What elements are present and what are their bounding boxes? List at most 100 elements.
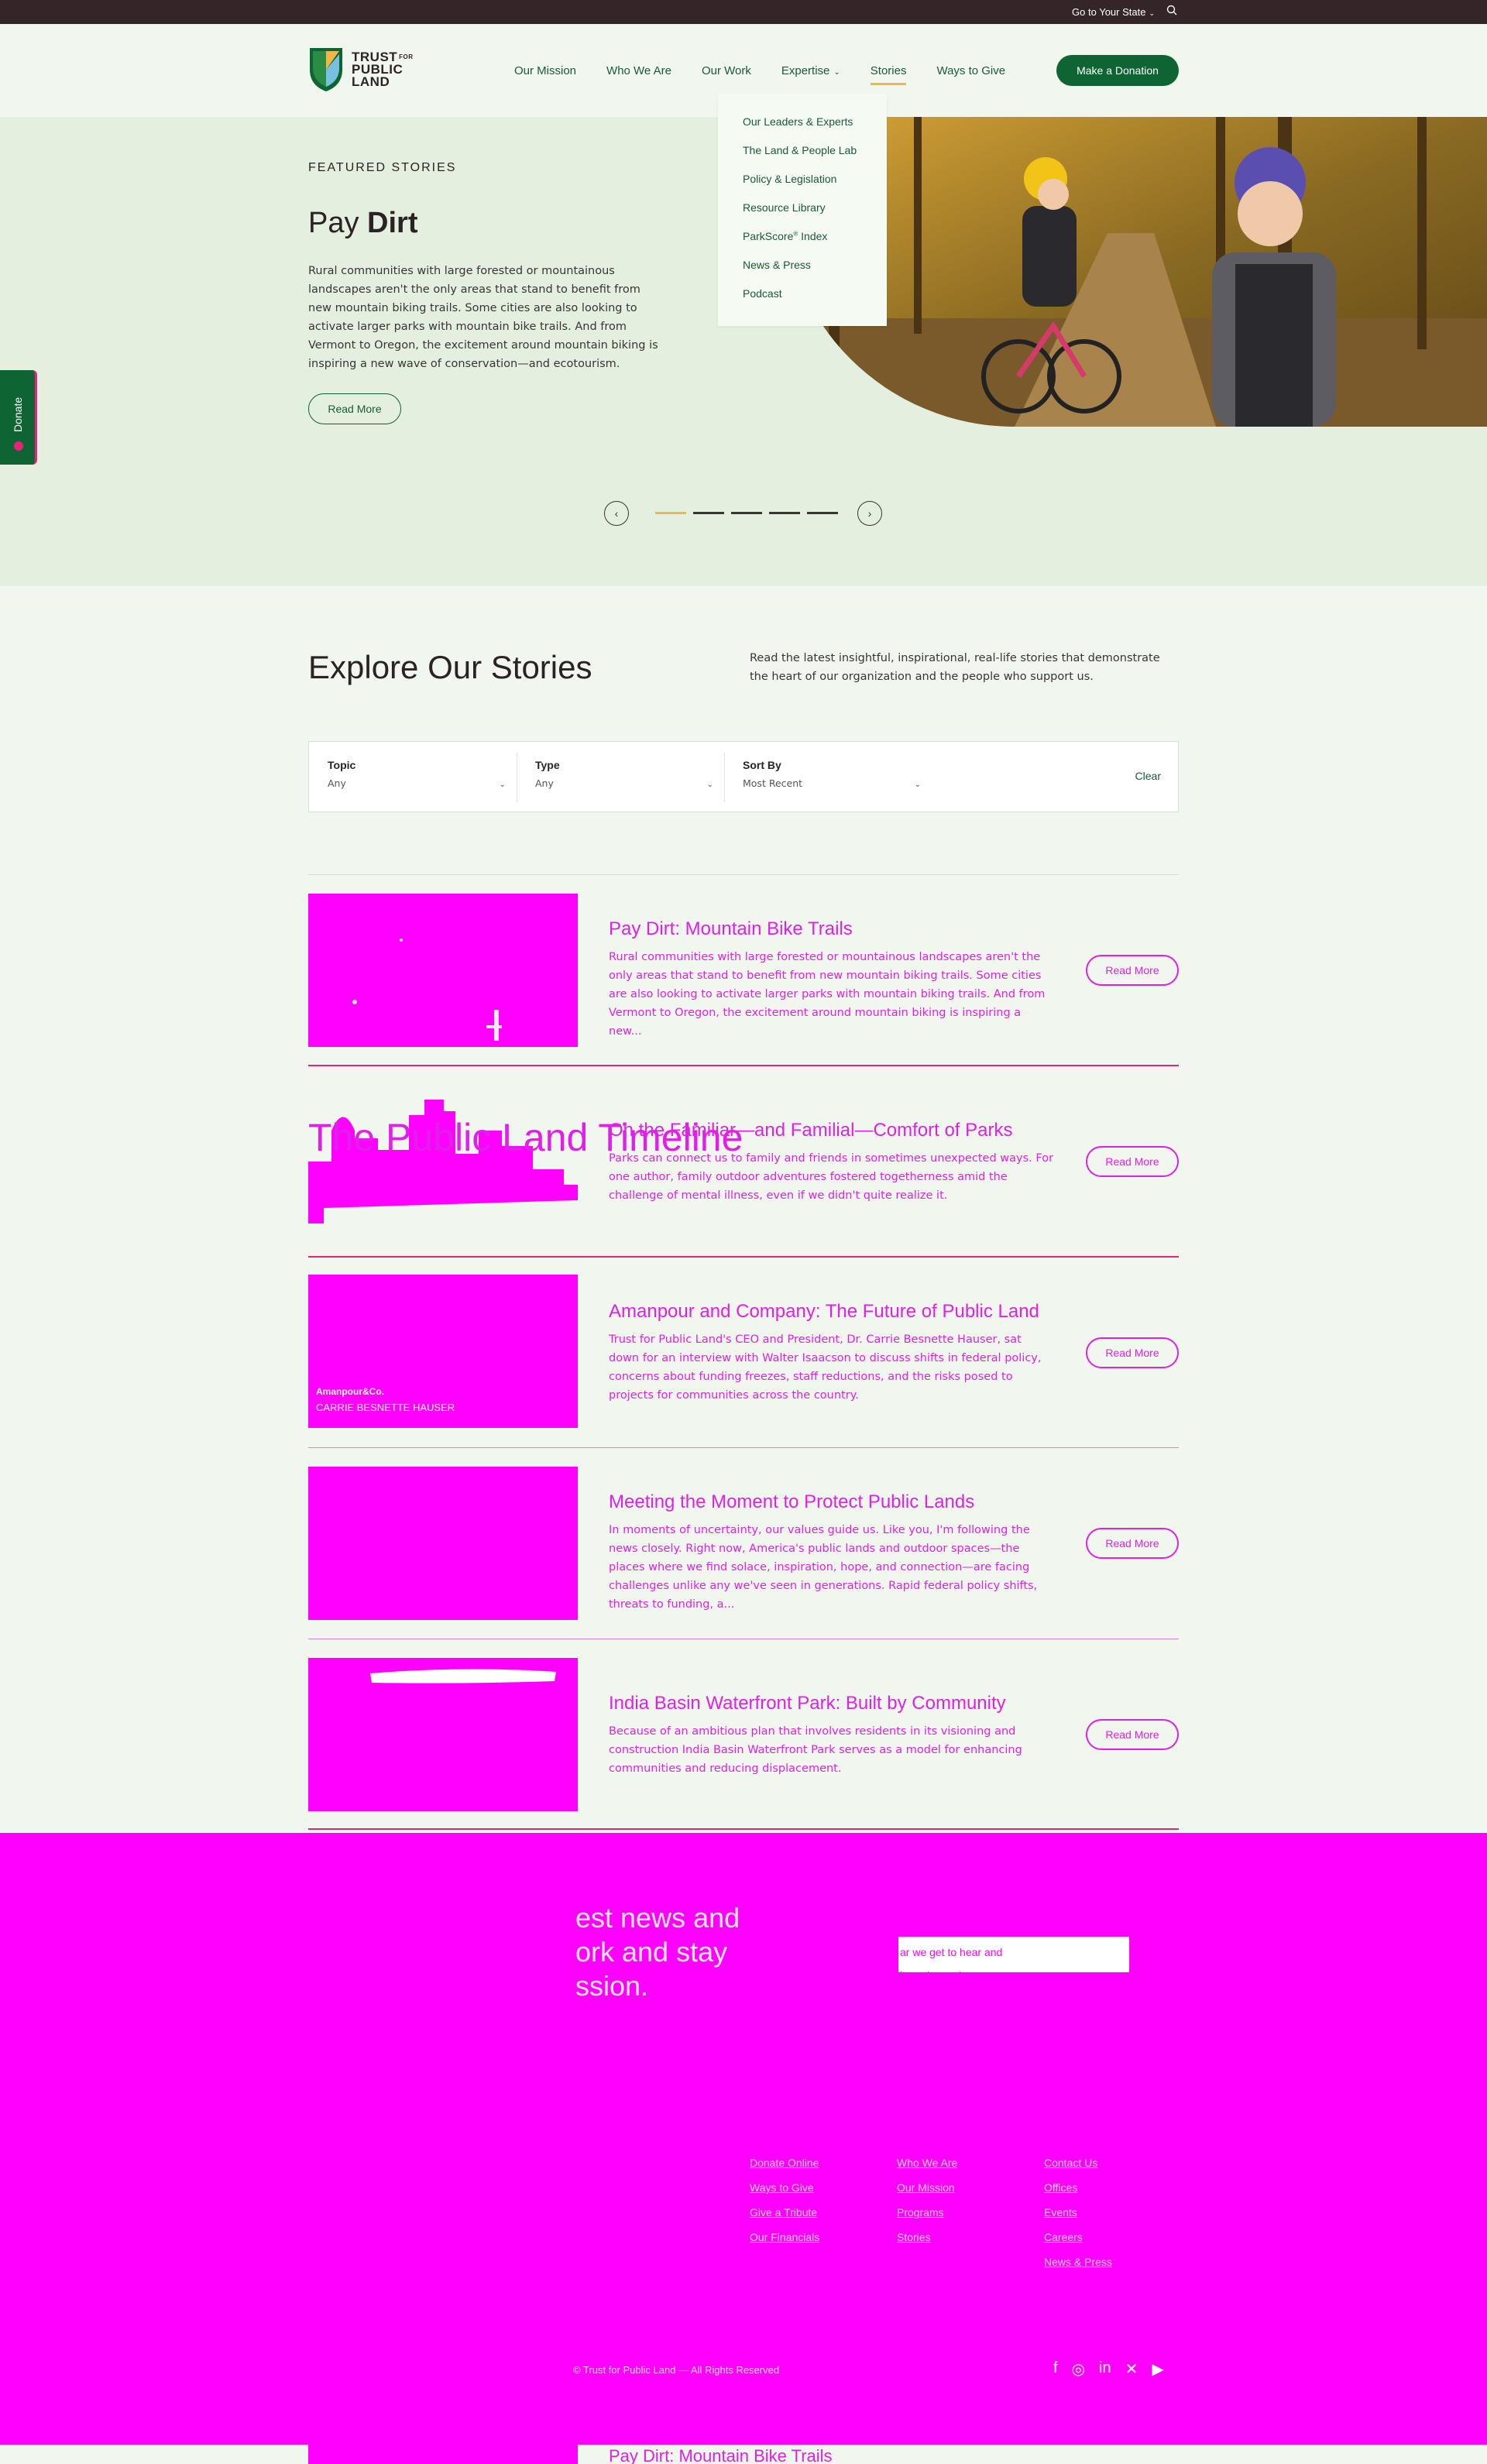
- story-title[interactable]: Amanpour and Company: The Future of Publ…: [609, 1301, 1039, 1323]
- story-image[interactable]: [308, 1467, 578, 1620]
- footer-link[interactable]: Give a Tribute: [750, 2200, 819, 2225]
- story-excerpt: Parks can connect us to family and frien…: [609, 1152, 1054, 1202]
- footer-link[interactable]: Careers: [1044, 2225, 1112, 2250]
- story-image[interactable]: [308, 2445, 578, 2464]
- menu-item-news-press[interactable]: News & Press: [743, 259, 887, 271]
- linkedin-icon[interactable]: in: [1099, 2359, 1111, 2379]
- divider: [308, 874, 1179, 875]
- logo-mark-icon: [310, 48, 342, 91]
- go-to-state-dropdown[interactable]: Go to Your State ⌄: [1072, 6, 1155, 18]
- make-donation-button[interactable]: Make a Donation: [1056, 55, 1179, 86]
- carousel-dot[interactable]: [807, 512, 838, 514]
- story-image[interactable]: [308, 1658, 578, 1811]
- copyright: © Trust for Public Land — All Rights Res…: [573, 2364, 780, 2376]
- sort-by-filter[interactable]: Sort By Most Recent ⌄: [743, 759, 929, 796]
- stories-dropdown-menu: Our Leaders & Experts The Land & People …: [718, 94, 887, 326]
- footer-link[interactable]: Offices: [1044, 2175, 1112, 2200]
- nav-stories[interactable]: Stories: [870, 64, 906, 85]
- newsletter-line: est news and: [575, 1902, 740, 1934]
- carousel-dot[interactable]: [693, 512, 724, 514]
- hero-read-more-button[interactable]: Read More: [308, 393, 401, 424]
- footer-col-contact: Contact Us Offices Events Careers News &…: [1044, 2150, 1112, 2274]
- footer-col-give: Donate Online Ways to Give Give a Tribut…: [750, 2150, 819, 2250]
- utility-bar: Go to Your State ⌄: [0, 0, 1487, 24]
- nav-our-mission[interactable]: Our Mission: [514, 64, 576, 77]
- menu-item-leaders-experts[interactable]: Our Leaders & Experts: [743, 115, 887, 128]
- divider: [308, 1447, 1179, 1448]
- footer-link[interactable]: Contact Us: [1044, 2150, 1112, 2175]
- x-twitter-icon[interactable]: ✕: [1125, 2359, 1138, 2379]
- newsletter-signup-box[interactable]: ar we get to hear and le and growth: [898, 1937, 1129, 1982]
- story-photo-placeholder: [370, 1669, 556, 1683]
- nav-our-work[interactable]: Our Work: [702, 64, 751, 77]
- newsletter-box-line: ar we get to hear and: [900, 1946, 1003, 1958]
- story-title[interactable]: Meeting the Moment to Protect Public Lan…: [609, 1491, 974, 1513]
- site-footer: est news and ork and stay ssion. ar we g…: [0, 1833, 1487, 2445]
- logo[interactable]: TRUST FOR PUBLIC LAND: [308, 46, 414, 93]
- hero-photo: [782, 117, 1487, 427]
- footer-link[interactable]: Programs: [897, 2200, 957, 2225]
- story-title[interactable]: Pay Dirt: Mountain Bike Trails: [609, 2446, 833, 2464]
- image-caption-name: CARRIE BESNETTE HAUSER: [316, 1402, 455, 1413]
- footer-link[interactable]: Stories: [897, 2225, 957, 2250]
- footer-link[interactable]: Our Mission: [897, 2175, 957, 2200]
- chevron-down-icon: ⌄: [706, 781, 713, 789]
- story-read-more-button[interactable]: Read More: [1086, 1337, 1179, 1368]
- menu-item-resource-library[interactable]: Resource Library: [743, 201, 887, 214]
- skyline-illustration: [308, 1100, 578, 1223]
- carousel-dot[interactable]: [731, 512, 762, 514]
- divider: [308, 1256, 1179, 1258]
- story-excerpt: Because of an ambitious plan that involv…: [609, 1725, 1022, 1775]
- story-image[interactable]: The Public Land Timeline: [308, 1084, 743, 1237]
- story-photo-placeholder: [352, 939, 502, 1041]
- carousel-next-button[interactable]: ›: [857, 501, 882, 526]
- footer-link[interactable]: Donate Online: [750, 2150, 819, 2175]
- story-title[interactable]: Pay Dirt: Mountain Bike Trails: [609, 918, 853, 940]
- clear-filters-button[interactable]: Clear: [1135, 770, 1161, 782]
- footer-link[interactable]: News & Press: [1044, 2250, 1112, 2274]
- footer-link[interactable]: Events: [1044, 2200, 1112, 2225]
- next-story-preview: Pay Dirt: Mountain Bike Trails: [0, 2445, 1487, 2464]
- carousel-dot[interactable]: [769, 512, 800, 514]
- newsletter-box-line: le and growth: [900, 1969, 966, 1982]
- menu-item-parkscore-index[interactable]: ParkScore® Index: [743, 230, 887, 242]
- instagram-icon[interactable]: ◎: [1072, 2359, 1085, 2379]
- carousel-prev-button[interactable]: ‹: [604, 501, 629, 526]
- topic-filter[interactable]: Topic Any ⌄: [328, 759, 513, 796]
- story-title[interactable]: On the Familiar—and Familial—Comfort of …: [609, 1120, 1012, 1141]
- type-filter[interactable]: Type Any ⌄: [535, 759, 721, 796]
- story-read-more-button[interactable]: Read More: [1086, 1528, 1179, 1559]
- facebook-icon[interactable]: f: [1053, 2359, 1058, 2379]
- image-caption-show: Amanpour&Co.: [316, 1386, 384, 1397]
- logo-wordmark: TRUST FOR PUBLIC LAND: [352, 50, 414, 89]
- story-title[interactable]: India Basin Waterfront Park: Built by Co…: [609, 1693, 1006, 1714]
- chevron-down-icon: ⌄: [1149, 9, 1155, 17]
- youtube-icon[interactable]: ▶: [1152, 2359, 1163, 2379]
- footer-link[interactable]: Who We Are: [897, 2150, 957, 2175]
- footer-link[interactable]: Our Financials: [750, 2225, 819, 2250]
- newsletter-line: ssion.: [575, 1970, 649, 2002]
- search-icon[interactable]: [1166, 5, 1177, 15]
- story-image[interactable]: Amanpour&Co. CARRIE BESNETTE HAUSER: [308, 1275, 578, 1428]
- nav-expertise[interactable]: Expertise ⌄: [781, 64, 840, 77]
- nav-who-we-are[interactable]: Who We Are: [606, 64, 671, 77]
- story-read-more-button[interactable]: Read More: [1086, 955, 1179, 986]
- hero-description: Rural communities with large forested or…: [308, 265, 658, 370]
- chevron-right-icon: ›: [867, 507, 872, 520]
- divider: [308, 1065, 1179, 1066]
- chevron-down-icon: ⌄: [914, 781, 921, 789]
- menu-item-policy-legislation[interactable]: Policy & Legislation: [743, 173, 887, 185]
- chevron-left-icon: ‹: [614, 507, 619, 520]
- menu-item-podcast[interactable]: Podcast: [743, 287, 887, 300]
- mountain-bikers-image: [782, 117, 1487, 427]
- story-read-more-button[interactable]: Read More: [1086, 1146, 1179, 1177]
- story-read-more-button[interactable]: Read More: [1086, 1719, 1179, 1750]
- carousel-indicators: [655, 512, 845, 514]
- menu-item-land-people-lab[interactable]: The Land & People Lab: [743, 144, 887, 156]
- newsletter-line: ork and stay: [575, 1936, 728, 1968]
- footer-link[interactable]: Ways to Give: [750, 2175, 819, 2200]
- carousel-dot[interactable]: [655, 512, 686, 514]
- floating-donate-tab[interactable]: Donate: [0, 370, 37, 465]
- nav-ways-to-give[interactable]: Ways to Give: [936, 64, 1005, 77]
- story-image[interactable]: [308, 894, 578, 1047]
